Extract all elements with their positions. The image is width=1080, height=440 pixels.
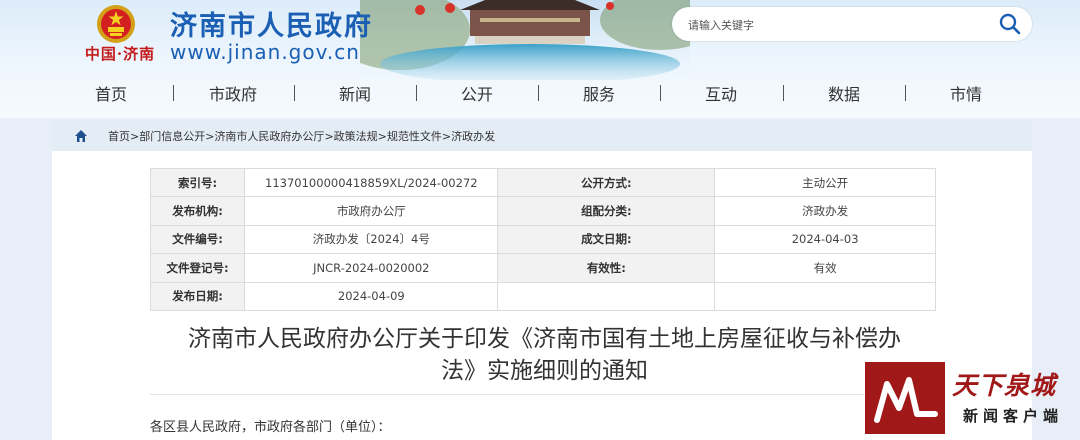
- reg-no-value: JNCR-2024-0020002: [244, 253, 499, 283]
- nav-item-interaction[interactable]: 互动: [681, 81, 761, 105]
- home-icon: [75, 130, 87, 142]
- breadcrumb-normative-docs[interactable]: 规范性文件: [387, 130, 442, 143]
- category-value: 济政办发: [714, 196, 936, 226]
- created-value: 2024-04-03: [714, 224, 936, 255]
- nav-item-government[interactable]: 市政府: [193, 81, 273, 105]
- nav-item-city-info[interactable]: 市情: [926, 81, 1006, 105]
- issuer-label: 发布机构:: [149, 196, 246, 226]
- nav-item-disclosure[interactable]: 公开: [437, 81, 517, 105]
- breadcrumb-separator: >: [130, 130, 140, 143]
- empty-cell: [714, 281, 936, 312]
- main-nav: 首页 市政府 新闻 公开 服务 互动 数据 市情: [0, 78, 1080, 108]
- disclosure-label: 公开方式:: [497, 167, 716, 198]
- title-divider: [150, 394, 936, 395]
- empty-cell: [497, 281, 716, 312]
- table-row: 发布日期: 2024-04-09: [149, 281, 936, 312]
- nav-item-data[interactable]: 数据: [804, 81, 884, 105]
- table-row: 文件编号: 济政办发〔2024〕4号 成文日期: 2024-04-03: [149, 224, 936, 255]
- breadcrumb-separator: >: [377, 130, 387, 143]
- document-title-line1: 济南市人民政府办公厅关于印发《济南市国有土地上房屋征收与补偿办: [188, 326, 901, 352]
- document-salutation: 各区县人民政府，市政府各部门（单位）：: [150, 420, 391, 435]
- watermark-calligraphy: 天下泉城: [952, 371, 1057, 400]
- published-value: 2024-04-09: [244, 281, 499, 312]
- site-url[interactable]: www.jinan.gov.cn: [170, 40, 360, 64]
- nav-separator: [905, 85, 906, 101]
- created-label: 成文日期:: [497, 224, 716, 255]
- issuer-value: 市政府办公厅: [244, 196, 499, 226]
- breadcrumb-current[interactable]: 济政办发: [451, 130, 495, 143]
- breadcrumb-general-office[interactable]: 济南市人民政府办公厅: [214, 130, 324, 143]
- table-row: 索引号: 11370100000418859XL/2024-00272 公开方式…: [149, 167, 936, 198]
- nav-separator: [783, 85, 784, 101]
- table-row: 发布机构: 市政府办公厅 组配分类: 济政办发: [149, 196, 936, 226]
- breadcrumb-home[interactable]: 首页: [108, 130, 130, 143]
- index-no-value: 11370100000418859XL/2024-00272: [244, 167, 499, 198]
- nav-item-news[interactable]: 新闻: [315, 81, 395, 105]
- published-label: 发布日期:: [149, 281, 246, 312]
- doc-no-label: 文件编号:: [149, 224, 246, 255]
- reg-no-label: 文件登记号:: [149, 253, 246, 283]
- category-label: 组配分类:: [497, 196, 716, 226]
- doc-no-value: 济政办发〔2024〕4号: [244, 224, 499, 255]
- nav-separator: [416, 85, 417, 101]
- scenery-banner: [360, 0, 690, 80]
- breadcrumb-policies[interactable]: 政策法规: [334, 130, 378, 143]
- nav-separator: [294, 85, 295, 101]
- city-logo-text: 中国·济南: [84, 45, 156, 63]
- nav-separator: [660, 85, 661, 101]
- disclosure-value: 主动公开: [714, 167, 936, 198]
- search-box: [672, 7, 1032, 41]
- table-row: 文件登记号: JNCR-2024-0020002 有效性: 有效: [149, 253, 936, 283]
- breadcrumb: 首页>部门信息公开>济南市人民政府办公厅>政策法规>规范性文件>济政办发: [108, 128, 495, 144]
- watermark-subtitle: 新闻客户端: [962, 407, 1063, 425]
- site-title[interactable]: 济南市人民政府: [170, 4, 373, 43]
- validity-label: 有效性:: [497, 253, 716, 283]
- document-title-line2: 法》实施细则的通知: [441, 358, 648, 384]
- national-emblem-icon: [97, 5, 135, 43]
- breadcrumb-department-disclosure[interactable]: 部门信息公开: [139, 130, 205, 143]
- breadcrumb-bar: 首页>部门信息公开>济南市人民政府办公厅>政策法规>规范性文件>济政办发: [52, 121, 1032, 151]
- nav-separator: [173, 85, 174, 101]
- nav-separator: [538, 85, 539, 101]
- search-icon[interactable]: [998, 12, 1022, 36]
- breadcrumb-separator: >: [441, 130, 452, 143]
- document-info-table: 索引号: 11370100000418859XL/2024-00272 公开方式…: [149, 167, 936, 312]
- nav-item-services[interactable]: 服务: [559, 81, 639, 105]
- nav-item-home[interactable]: 首页: [71, 81, 151, 105]
- document-title: 济南市人民政府办公厅关于印发《济南市国有土地上房屋征收与补偿办 法》实施细则的通…: [157, 323, 932, 387]
- search-input[interactable]: [686, 14, 980, 36]
- index-no-label: 索引号:: [149, 167, 246, 198]
- site-header: 中国·济南 济南市人民政府 www.jinan.gov.cn 首页 市政府 新闻…: [0, 0, 1080, 118]
- news-client-logo-icon: [865, 362, 945, 434]
- validity-value: 有效: [714, 253, 936, 283]
- breadcrumb-separator: >: [324, 130, 334, 143]
